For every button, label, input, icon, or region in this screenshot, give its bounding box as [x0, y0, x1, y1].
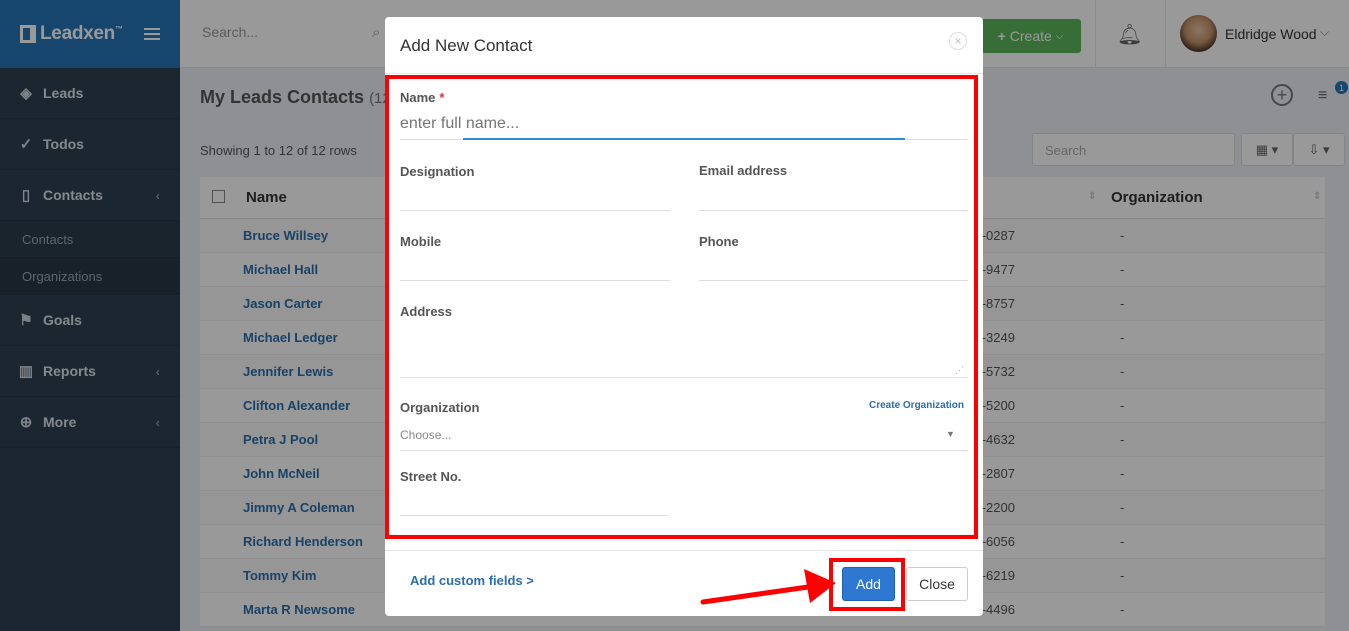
form-highlight-box [385, 75, 978, 539]
address-field[interactable] [400, 377, 968, 378]
divider [400, 450, 968, 451]
resize-handle-icon[interactable]: ⋰ [955, 365, 964, 376]
organization-select[interactable]: Choose... [400, 428, 451, 442]
address-label: Address [400, 304, 453, 319]
mobile-field[interactable] [400, 280, 670, 281]
phone-label: Phone [699, 234, 739, 249]
mobile-label: Mobile [400, 234, 442, 249]
focus-underline [463, 138, 905, 140]
email-label: Email address [699, 163, 788, 178]
annotation-arrow [700, 569, 836, 605]
name-input[interactable] [400, 115, 905, 133]
create-organization-link[interactable]: Create Organization [869, 400, 964, 411]
required-marker: * [439, 90, 445, 105]
phone-field[interactable] [699, 280, 968, 281]
close-icon[interactable]: × [949, 32, 967, 50]
divider [385, 73, 983, 74]
add-custom-fields-link[interactable]: Add custom fields > [410, 573, 534, 588]
add-button[interactable]: Add [842, 567, 895, 601]
street-label: Street No. [400, 469, 462, 484]
designation-field[interactable] [400, 210, 670, 211]
caret-down-icon[interactable]: ▼ [946, 429, 955, 439]
modal-title: Add New Contact [400, 36, 533, 55]
designation-label: Designation [400, 164, 475, 179]
add-contact-modal: Add New Contact × Name* Designation Emai… [385, 17, 983, 616]
email-field[interactable] [699, 210, 968, 211]
close-button[interactable]: Close [906, 567, 968, 601]
name-label: Name * [400, 90, 445, 105]
divider [385, 550, 983, 551]
organization-label: Organization [400, 400, 480, 415]
street-field[interactable] [400, 515, 668, 516]
